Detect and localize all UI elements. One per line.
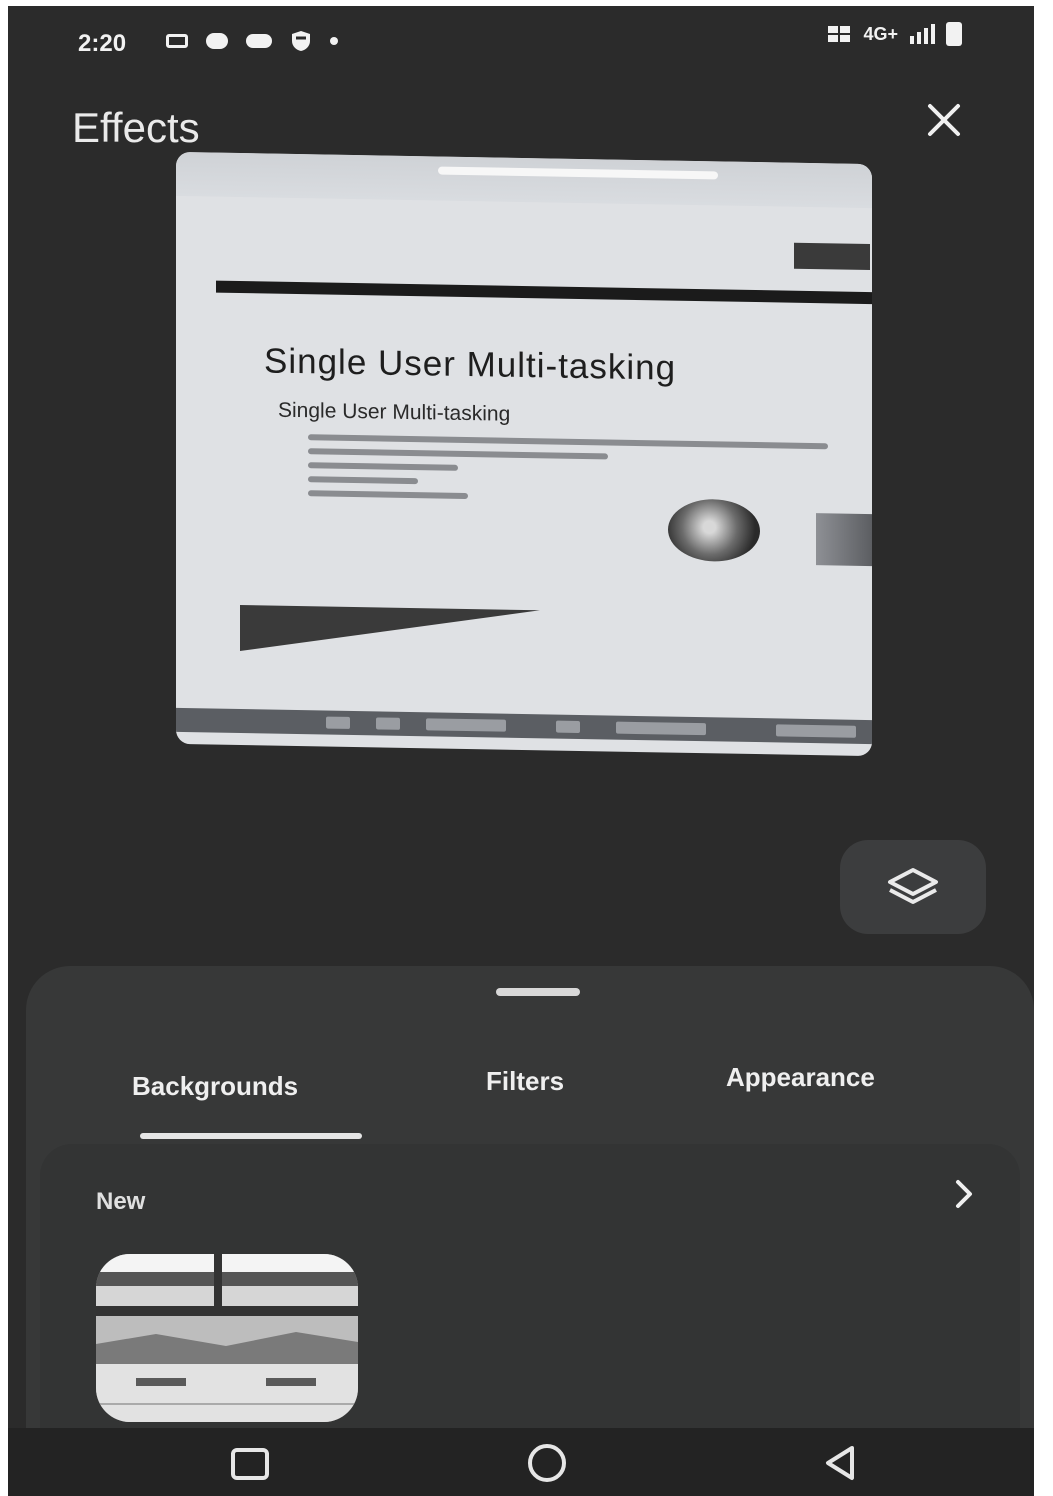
tab-backgrounds[interactable]: Backgrounds xyxy=(132,1071,298,1102)
network-type: 4G+ xyxy=(863,23,898,44)
battery-icon xyxy=(946,22,962,46)
system-status-icons: 4G+ xyxy=(827,22,962,46)
jio-icon xyxy=(246,34,272,48)
shield-icon xyxy=(292,31,310,51)
camera-icon xyxy=(166,34,188,48)
sheet-drag-handle[interactable] xyxy=(496,988,580,996)
back-icon[interactable] xyxy=(814,1438,868,1488)
slide-decoration xyxy=(240,605,540,657)
recents-icon[interactable] xyxy=(223,1438,277,1488)
slide-subheading: Single User Multi-tasking xyxy=(278,398,511,426)
thumbnail-image xyxy=(96,1254,358,1422)
page-title: Effects xyxy=(72,104,200,151)
section-title: New xyxy=(96,1188,146,1215)
dot-icon xyxy=(330,37,338,45)
chevron-right-icon[interactable] xyxy=(944,1174,984,1214)
phone-screen: 2:20 4G+ Effects Single User Multi-taski… xyxy=(8,6,1034,1496)
slide-corner-mark xyxy=(794,242,870,271)
camera-preview: Single User Multi-tasking Single User Mu… xyxy=(176,151,872,757)
windows-logo-icon xyxy=(668,498,760,563)
home-icon[interactable] xyxy=(520,1438,574,1488)
chat-icon xyxy=(206,33,228,49)
slide-heading: Single User Multi-tasking xyxy=(264,341,677,388)
slide-taskbar xyxy=(176,707,872,745)
tab-appearance[interactable]: Appearance xyxy=(726,1062,875,1093)
slide-ribbon xyxy=(216,280,872,305)
tab-filters[interactable]: Filters xyxy=(486,1066,564,1097)
tab-selected-indicator xyxy=(140,1133,362,1139)
background-thumbnail[interactable] xyxy=(96,1254,358,1422)
volte-icon xyxy=(828,26,851,42)
layers-button[interactable] xyxy=(840,840,986,934)
close-icon[interactable] xyxy=(920,96,968,144)
notification-icons xyxy=(166,30,338,52)
slide-body-text xyxy=(308,434,848,513)
status-bar: 2:20 4G+ xyxy=(8,6,1034,76)
navigation-bar xyxy=(8,1428,1034,1496)
effects-bottom-sheet: Backgrounds Filters Appearance New xyxy=(26,966,1034,1496)
layers-icon xyxy=(888,868,938,904)
backgrounds-section: New xyxy=(40,1144,1020,1444)
preview-top-bar xyxy=(176,151,872,209)
mac-logo-icon xyxy=(816,513,872,567)
status-time: 2:20 xyxy=(78,30,127,57)
signal-icon xyxy=(910,24,935,44)
